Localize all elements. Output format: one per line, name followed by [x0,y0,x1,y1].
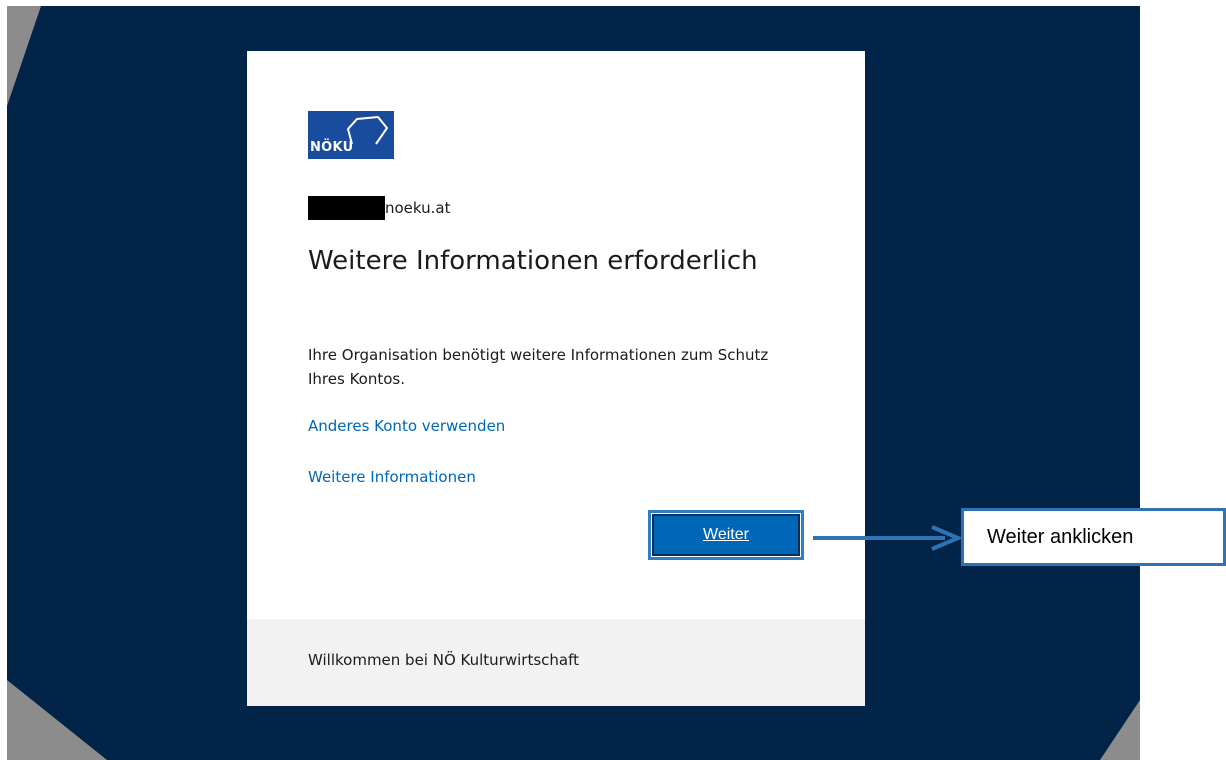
background-corner-shape-bottom-left [7,680,107,760]
sign-in-card: NÖKU noeku.at Weitere Informationen erfo… [247,51,865,706]
background-corner-shape-top-left [7,6,41,106]
sign-in-card-body: NÖKU noeku.at Weitere Informationen erfo… [247,51,865,619]
redacted-username [308,196,385,220]
card-footer: Willkommen bei NÖ Kulturwirtschaft [247,619,865,706]
callout-connector-line [813,536,945,540]
next-button[interactable]: Weiter [648,510,804,560]
noeku-logo: NÖKU [308,111,394,159]
description-text: Ihre Organisation benötigt weitere Infor… [308,346,769,388]
callout-box: Weiter anklicken [961,508,1226,566]
page-title: Weitere Informationen erforderlich [308,246,758,276]
logo-text: NÖKU [310,140,354,155]
callout-arrow-icon [931,525,964,551]
more-information-link[interactable]: Weitere Informationen [308,468,476,486]
account-domain: noeku.at [385,199,451,217]
account-identifier: noeku.at [308,196,451,220]
callout-text: Weiter anklicken [987,526,1134,548]
use-other-account-link[interactable]: Anderes Konto verwenden [308,417,505,435]
footer-text: Willkommen bei NÖ Kulturwirtschaft [308,651,580,669]
background-corner-shape-bottom-right [1100,700,1140,760]
